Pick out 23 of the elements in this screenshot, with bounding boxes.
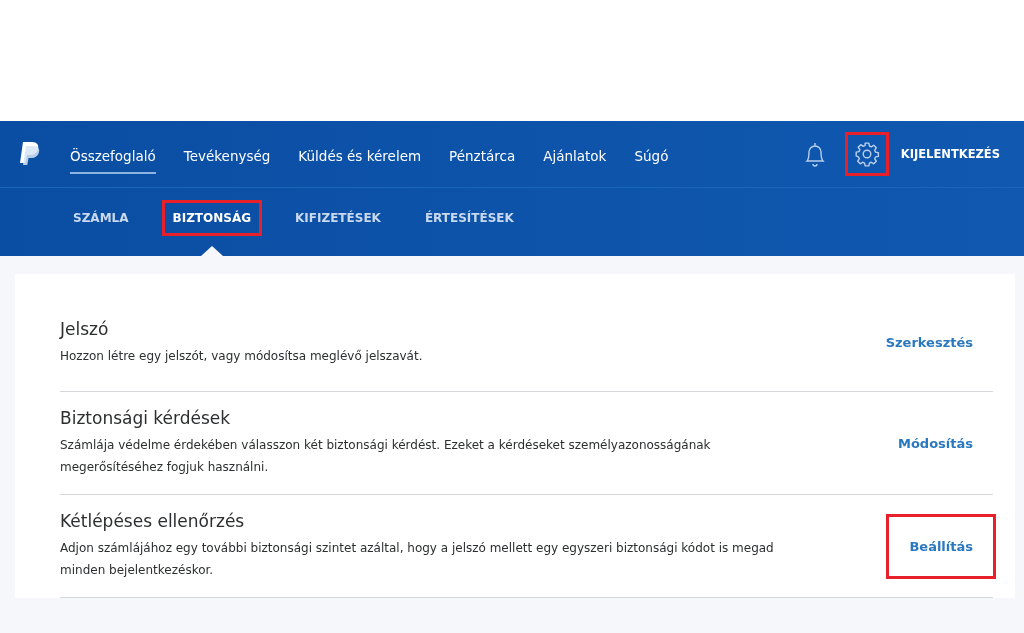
setting-action-link[interactable]: Szerkesztés [862, 310, 996, 375]
nav-link[interactable]: Ajánlatok [543, 140, 607, 174]
nav-link[interactable]: Pénztárca [449, 140, 516, 174]
setting-action-link[interactable]: Beállítás [886, 513, 996, 579]
setting-description: Hozzon létre egy jelszót, vagy módosítsa meglévő jelszavát. [60, 347, 424, 365]
setting-title: Kétlépéses ellenőrzés [60, 511, 246, 531]
logo-icon[interactable] [18, 141, 42, 167]
setting-description: Adjon számlájához egy további biztonsági szintet azáltal, hogy a jelszó mellett egy egyszeri biztonsági kódot is megad minden bejelentkezéskor. [60, 540, 775, 579]
subnav-tab[interactable]: KIFIZETÉSEK [284, 200, 392, 236]
nav-link[interactable]: Összefoglaló [70, 140, 156, 174]
nav-link[interactable]: Küldés és kérelem [298, 140, 422, 174]
settings-icon[interactable] [853, 141, 880, 167]
setting-description: Számlája védelme érdekében válasszon két biztonsági kérdést. Ezeket a kérdéseket személyazonosságának megerősítéséhez fogjuk használni. [60, 437, 712, 476]
bell-icon[interactable] [802, 140, 827, 168]
subnav-tab[interactable]: ÉRTESÍTÉSEK [413, 200, 525, 236]
setting-title: Biztonsági kérdések [60, 408, 232, 428]
nav-link[interactable]: Súgó [634, 140, 669, 174]
nav-link[interactable]: Tevékenység [183, 140, 271, 174]
subnav-tab[interactable]: BIZTONSÁG [161, 200, 263, 236]
setting-action-link[interactable]: Módosítás [874, 410, 996, 476]
logout-link[interactable]: KIJELENTKEZÉS [900, 147, 1000, 161]
setting-title: Jelszó [60, 318, 110, 339]
subnav-tab[interactable]: SZÁMLA [62, 200, 140, 236]
